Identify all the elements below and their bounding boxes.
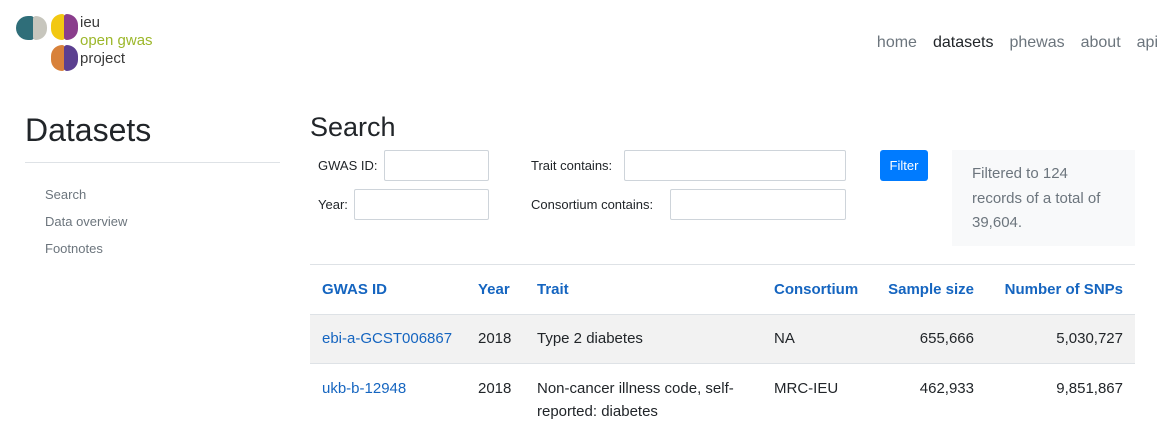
logo-blob-yellow — [51, 14, 65, 40]
logo-blob-grey — [33, 16, 47, 40]
cell-consortium: MRC-IEU — [762, 363, 874, 421]
gwas-id-link[interactable]: ukb-b-12948 — [322, 380, 406, 397]
sidebar-item-footnotes[interactable]: Footnotes — [45, 240, 127, 267]
sidebar-item-search[interactable]: Search — [45, 186, 127, 213]
consortium-input[interactable] — [670, 189, 846, 220]
search-title: Search — [310, 112, 396, 142]
cell-year: 2018 — [466, 363, 525, 421]
gwas-id-label: GWAS ID: — [318, 158, 378, 173]
nav-about[interactable]: about — [1081, 34, 1121, 52]
year-label: Year: — [318, 197, 348, 212]
nav-phewas[interactable]: phewas — [1009, 34, 1064, 52]
cell-gwas-id: ukb-b-12948 — [310, 363, 466, 421]
gwas-id-link[interactable]: ebi-a-GCST006867 — [322, 330, 452, 347]
sidebar-nav: Search Data overview Footnotes — [45, 186, 127, 267]
top-navigation: home datasets phewas about api — [877, 34, 1158, 52]
year-input[interactable] — [354, 189, 489, 220]
trait-label: Trait contains: — [531, 158, 613, 173]
logo-text-project: project — [80, 50, 126, 67]
logo-blob-violet — [64, 45, 78, 71]
site-logo[interactable]: ieu open gwas project — [16, 14, 186, 74]
trait-input[interactable] — [624, 150, 846, 181]
header-year[interactable]: Year — [466, 264, 525, 315]
cell-trait: Type 2 diabetes — [525, 314, 762, 364]
cell-year: 2018 — [466, 314, 525, 364]
cell-gwas-id: ebi-a-GCST006867 — [310, 314, 466, 364]
header-sample-size[interactable]: Sample size — [874, 264, 986, 315]
sidebar-item-data-overview[interactable]: Data overview — [45, 213, 127, 240]
header-number-of-snps[interactable]: Number of SNPs — [986, 264, 1135, 315]
nav-datasets[interactable]: datasets — [933, 34, 993, 52]
logo-blob-orange — [51, 45, 65, 71]
cell-consortium: NA — [762, 314, 874, 364]
filter-status: Filtered to 124 records of a total of 39… — [952, 150, 1135, 246]
cell-sample-size: 462,933 — [874, 363, 986, 421]
results-table-container: GWAS ID Year Trait Consortium Sample siz… — [310, 264, 1135, 421]
sidebar-title: Datasets — [25, 112, 152, 148]
table-row: ukb-b-12948 2018 Non-cancer illness code… — [310, 363, 1135, 421]
filter-button[interactable]: Filter — [880, 150, 928, 181]
sidebar-divider — [25, 162, 280, 163]
nav-home[interactable]: home — [877, 34, 917, 52]
gwas-id-input[interactable] — [384, 150, 489, 181]
nav-api[interactable]: api — [1137, 34, 1158, 52]
cell-number-of-snps: 9,851,867 — [986, 363, 1135, 421]
header-consortium[interactable]: Consortium — [762, 264, 874, 315]
cell-trait: Non-cancer illness code, self-reported: … — [525, 363, 762, 421]
logo-blob-purple — [64, 14, 78, 40]
logo-text-open-gwas: open gwas — [80, 32, 153, 49]
header-trait[interactable]: Trait — [525, 264, 762, 315]
logo-text-ieu: ieu — [80, 14, 101, 31]
table-row: ebi-a-GCST006867 2018 Type 2 diabetes NA… — [310, 314, 1135, 364]
cell-number-of-snps: 5,030,727 — [986, 314, 1135, 364]
logo-blob-teal — [16, 16, 34, 40]
cell-sample-size: 655,666 — [874, 314, 986, 364]
results-table: GWAS ID Year Trait Consortium Sample siz… — [310, 264, 1135, 421]
header-gwas-id[interactable]: GWAS ID — [310, 264, 466, 315]
consortium-label: Consortium contains: — [531, 197, 654, 212]
table-header-row: GWAS ID Year Trait Consortium Sample siz… — [310, 264, 1135, 315]
